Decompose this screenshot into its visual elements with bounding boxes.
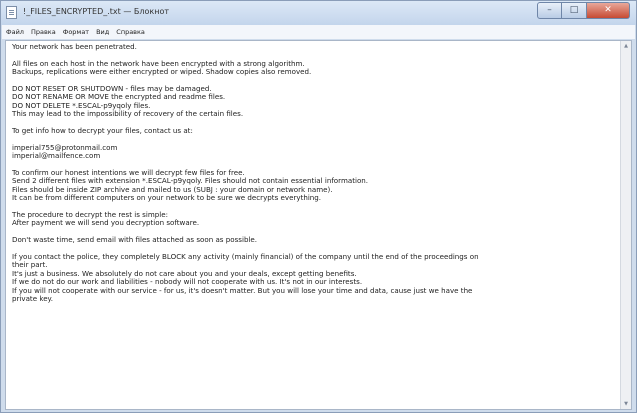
paragraph: DO NOT RESET OR SHUTDOWN - files may be …: [12, 84, 614, 119]
menu-file[interactable]: Файл: [6, 28, 24, 36]
maximize-button[interactable]: □: [562, 2, 587, 19]
menu-edit[interactable]: Правка: [31, 28, 56, 36]
paragraph: Don't waste time, send email with files …: [12, 235, 614, 245]
minimize-button[interactable]: –: [537, 2, 562, 19]
paragraph: Your network has been penetrated.: [12, 42, 614, 51]
text-editor[interactable]: Your network has been penetrated. All fil…: [5, 40, 632, 410]
paragraph: The procedure to decrypt the rest is sim…: [12, 210, 614, 228]
paragraph: To get info how to decrypt your files, c…: [12, 126, 614, 136]
text-line: If you will not cooperate with our servi…: [12, 285, 473, 295]
text-line: It can be from different computers on yo…: [12, 193, 322, 203]
text-line: If you contact the police, they complete…: [12, 252, 479, 262]
paragraph: To confirm our honest intentions we will…: [12, 168, 614, 203]
text-line: Your network has been penetrated.: [12, 42, 137, 51]
window-title: !_FILES_ENCRYPTED_.txt — Блокнот: [23, 7, 169, 16]
window-controls: – □ ✕: [537, 2, 630, 19]
text-line: private key.: [12, 294, 53, 304]
paragraph: If you contact the police, they complete…: [12, 252, 614, 304]
close-button[interactable]: ✕: [587, 2, 630, 19]
menu-format[interactable]: Формат: [63, 28, 89, 36]
text-line: This may lead to the impossibility of re…: [12, 109, 244, 119]
document-text[interactable]: Your network has been penetrated. All fil…: [6, 41, 620, 409]
menu-bar: Файл Правка Формат Вид Справка: [2, 25, 635, 39]
paragraph: imperial755@protonmail.com imperial@mailf…: [12, 142, 614, 161]
notepad-window: !_FILES_ENCRYPTED_.txt — Блокнот – □ ✕ Ф…: [0, 0, 637, 413]
title-bar[interactable]: !_FILES_ENCRYPTED_.txt — Блокнот – □ ✕: [1, 1, 636, 25]
text-line: To get info how to decrypt your files, c…: [12, 126, 193, 136]
vertical-scrollbar[interactable]: ▲ ▼: [620, 41, 631, 409]
text-line: After payment we will send you decryptio…: [12, 218, 200, 228]
text-line: Backups, replications were either encryp…: [12, 67, 312, 77]
text-line: imperial@mailfence.com: [12, 151, 101, 161]
scroll-up-arrow-icon[interactable]: ▲: [621, 41, 631, 51]
menu-help[interactable]: Справка: [116, 28, 145, 36]
paragraph: All files on each host in the network ha…: [12, 59, 614, 77]
menu-view[interactable]: Вид: [96, 28, 109, 36]
text-line: Don't waste time, send email with files …: [12, 235, 258, 245]
notepad-icon: [6, 6, 17, 19]
text-line: imperial755@protonmail.com: [12, 142, 118, 152]
scroll-down-arrow-icon[interactable]: ▼: [621, 399, 631, 409]
